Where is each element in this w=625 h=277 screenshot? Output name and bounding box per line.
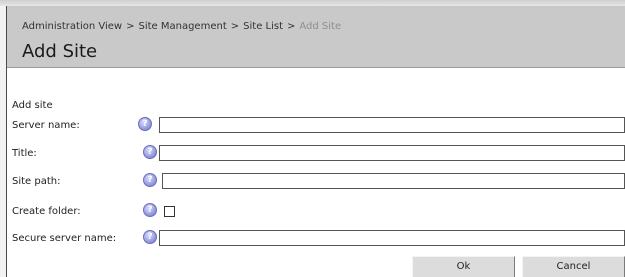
help-icon[interactable]: ?: [143, 230, 157, 244]
create-folder-label: Create folder:: [12, 206, 81, 217]
title-label: Title:: [12, 148, 37, 159]
secure-server-name-row: Secure server name: ?: [7, 229, 625, 249]
breadcrumb: Administration View > Site Management > Site…: [22, 21, 341, 32]
server-name-input[interactable]: [159, 117, 625, 133]
create-folder-checkbox[interactable]: [164, 206, 175, 217]
page-title: Add Site: [22, 41, 98, 62]
secure-server-name-label: Secure server name:: [12, 233, 117, 244]
form-section-label: Add site: [12, 100, 53, 111]
help-icon[interactable]: ?: [138, 117, 152, 131]
window: Administration View > Site Management > Site…: [0, 0, 625, 277]
site-path-label: Site path:: [12, 176, 61, 187]
ok-button[interactable]: Ok: [412, 256, 515, 277]
title-row: Title: ?: [7, 144, 625, 164]
page-header: Administration View > Site Management > Site…: [7, 6, 625, 68]
cancel-button[interactable]: Cancel: [522, 256, 625, 277]
breadcrumb-current: Add Site: [299, 21, 342, 32]
secure-server-name-input[interactable]: [159, 230, 625, 246]
server-name-label: Server name:: [12, 120, 80, 131]
breadcrumb-administration-view[interactable]: Administration View: [22, 21, 122, 32]
breadcrumb-site-list[interactable]: Site List: [243, 21, 283, 32]
button-bar: Ok Cancel: [7, 251, 625, 277]
breadcrumb-site-management[interactable]: Site Management: [138, 21, 226, 32]
help-icon[interactable]: ?: [143, 145, 157, 159]
site-path-input[interactable]: [162, 173, 625, 189]
help-icon[interactable]: ?: [143, 203, 157, 217]
title-input[interactable]: [159, 145, 625, 161]
breadcrumb-separator: >: [126, 21, 135, 32]
server-name-row: Server name: ?: [7, 116, 625, 136]
breadcrumb-separator: >: [230, 21, 240, 32]
help-icon[interactable]: ?: [143, 173, 157, 187]
site-path-row: Site path: ?: [7, 172, 625, 192]
add-site-form: Add site Server name: ? Title: ? Site pa…: [7, 68, 625, 277]
create-folder-row: Create folder: ?: [7, 202, 625, 222]
breadcrumb-separator: >: [287, 21, 296, 32]
